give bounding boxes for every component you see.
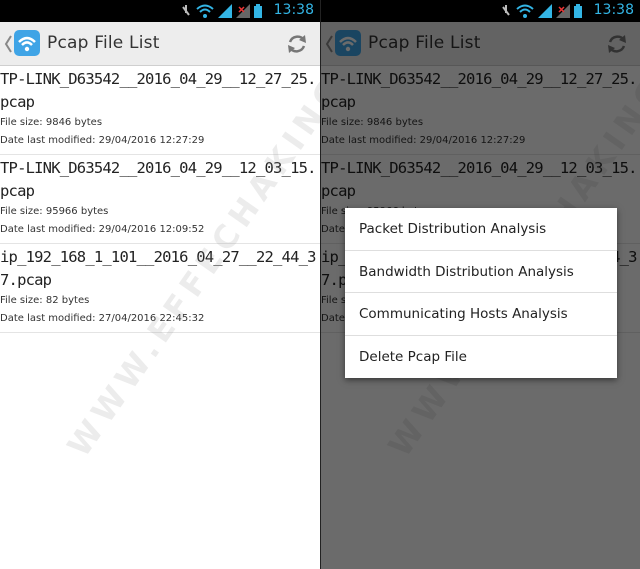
- action-bar: Pcap File List: [0, 22, 320, 66]
- file-modified: Date last modified: 27/04/2016 22:45:32: [0, 313, 205, 324]
- screen-file-list-context-menu: 13:38 Pcap File List TP-LINK_D63542__201…: [320, 0, 640, 569]
- mute-icon: [502, 5, 510, 16]
- page-title: Pcap File List: [47, 33, 160, 53]
- status-bar: 13:38: [321, 0, 640, 22]
- menu-item-bandwidth-distribution[interactable]: Bandwidth Distribution Analysis: [345, 251, 617, 293]
- file-size: File size: 9846 bytes: [0, 117, 103, 128]
- file-name: TP-LINK_D63542__2016_04_29__12_27_25.pca…: [0, 70, 316, 111]
- battery-icon: [254, 4, 262, 18]
- menu-item-delete-pcap[interactable]: Delete Pcap File: [345, 336, 617, 379]
- menu-item-communicating-hosts[interactable]: Communicating Hosts Analysis: [345, 293, 617, 336]
- no-signal-icon: [556, 4, 570, 18]
- wifi-app-icon[interactable]: [14, 30, 40, 56]
- list-item[interactable]: TP-LINK_D63542__2016_04_29__12_27_25.pca…: [0, 66, 320, 155]
- file-size: File size: 95966 bytes: [0, 206, 109, 217]
- file-size: File size: 82 bytes: [0, 295, 90, 306]
- menu-item-packet-distribution[interactable]: Packet Distribution Analysis: [345, 208, 617, 251]
- mute-icon: [182, 5, 190, 16]
- no-signal-icon: [236, 4, 250, 18]
- file-modified: Date last modified: 29/04/2016 12:09:52: [0, 224, 205, 235]
- battery-icon: [574, 4, 582, 18]
- screen-file-list: 13:38 Pcap File List TP-LINK_D63542__201…: [0, 0, 320, 569]
- list-item[interactable]: TP-LINK_D63542__2016_04_29__12_03_15.pca…: [0, 155, 320, 244]
- clock: 13:38: [593, 2, 634, 18]
- clock: 13:38: [273, 2, 314, 18]
- file-modified: Date last modified: 29/04/2016 12:27:29: [0, 135, 205, 146]
- back-chevron-icon[interactable]: [4, 35, 12, 53]
- status-icons: [500, 4, 582, 18]
- list-item[interactable]: ip_192_168_1_101__2016_04_27__22_44_37.p…: [0, 244, 320, 333]
- signal-icon: [538, 4, 552, 18]
- status-bar: 13:38: [0, 0, 320, 22]
- file-list: TP-LINK_D63542__2016_04_29__12_27_25.pca…: [0, 66, 320, 333]
- status-icons: [180, 4, 262, 18]
- context-menu: Packet Distribution Analysis Bandwidth D…: [345, 208, 617, 378]
- file-name: TP-LINK_D63542__2016_04_29__12_03_15.pca…: [0, 159, 316, 200]
- wifi-icon: [516, 4, 534, 18]
- wifi-icon: [196, 4, 214, 18]
- refresh-icon[interactable]: [284, 31, 310, 57]
- file-name: ip_192_168_1_101__2016_04_27__22_44_37.p…: [0, 248, 316, 289]
- signal-icon: [218, 4, 232, 18]
